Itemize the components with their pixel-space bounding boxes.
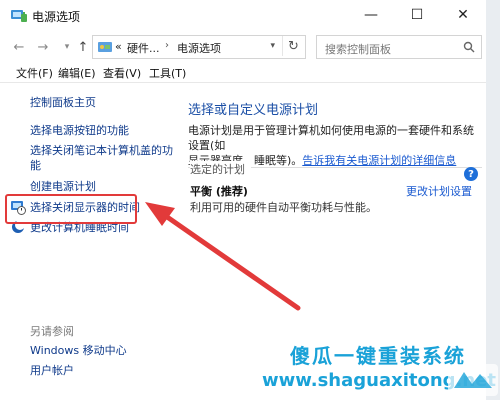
address-prefix[interactable]: «: [115, 40, 122, 53]
minimize-button[interactable]: —: [348, 0, 394, 30]
address-chevron-icon[interactable]: ›: [165, 40, 169, 51]
plan-balanced-label[interactable]: 平衡 (推荐): [190, 183, 248, 199]
sidebar-link-lid-close[interactable]: 选择关闭笔记本计算机盖的功: [30, 143, 173, 158]
search-icon[interactable]: [463, 41, 475, 53]
menu-bar: 文件(F) 编辑(E) 查看(V) 工具(T): [0, 64, 486, 82]
menu-tools[interactable]: 工具(T): [149, 65, 186, 81]
sidebar-link-create-plan[interactable]: 创建电源计划: [30, 179, 96, 194]
selected-plan-heading: 选定的计划: [190, 161, 251, 177]
help-icon[interactable]: ?: [464, 167, 478, 181]
menu-view[interactable]: 查看(V): [103, 65, 141, 81]
navigation-bar: ← → ▾ ↑ « 硬件... › 电源选项 ▾ ↻ 搜索控制面板: [0, 30, 486, 64]
menu-file[interactable]: 文件(F): [16, 65, 53, 81]
forward-arrow-icon[interactable]: →: [34, 38, 52, 56]
title-bar: 电源选项 — ☐ ✕: [0, 0, 486, 30]
maximize-button[interactable]: ☐: [394, 0, 440, 30]
sidebar-link-power-button[interactable]: 选择电源按钮的功能: [30, 123, 129, 138]
address-bar[interactable]: « 硬件... › 电源选项 ▾: [92, 35, 306, 59]
back-arrow-icon[interactable]: ←: [10, 38, 28, 56]
close-button[interactable]: ✕: [440, 0, 486, 30]
menu-edit[interactable]: 编辑(E): [58, 65, 96, 81]
change-plan-settings-link[interactable]: 更改计划设置: [406, 183, 472, 199]
search-placeholder: 搜索控制面板: [325, 43, 391, 56]
task-sidebar: 控制面板主页 选择电源按钮的功能 选择关闭笔记本计算机盖的功 能 创建电源计划 …: [0, 83, 173, 400]
up-arrow-icon[interactable]: ↑: [74, 38, 92, 56]
see-also-heading: 另请参阅: [30, 325, 74, 338]
page-title: 选择或自定义电源计划: [188, 103, 319, 118]
learn-more-link[interactable]: 告诉我有关电源计划的详细信息: [302, 154, 456, 167]
watermark-text: 傻瓜一键重装系统: [290, 344, 466, 368]
search-box[interactable]: 搜索控制面板: [316, 35, 482, 59]
control-panel-icon: [98, 42, 112, 52]
sidebar-link-control-panel-home[interactable]: 控制面板主页: [30, 95, 96, 110]
power-options-icon: [11, 10, 27, 22]
refresh-icon[interactable]: ↻: [282, 36, 304, 56]
sidebar-link-lid-close-cont[interactable]: 能: [30, 158, 41, 173]
description-line-1: 电源计划是用于管理计算机如何使用电源的一套硬件和系统设置(如: [188, 124, 474, 152]
window-title: 电源选项: [32, 10, 81, 24]
plan-description: 利用可用的硬件自动平衡功耗与性能。: [190, 201, 377, 214]
address-segment-hardware[interactable]: 硬件...: [127, 40, 160, 56]
address-segment-power-options[interactable]: 电源选项: [177, 40, 221, 56]
address-dropdown-icon[interactable]: ▾: [270, 41, 275, 51]
sidebar-link-mobility-center[interactable]: Windows 移动中心: [30, 343, 127, 358]
watermark-logo-icon: [448, 364, 498, 396]
highlight-box: [5, 194, 137, 224]
sidebar-link-user-accounts[interactable]: 用户帐户: [30, 363, 74, 378]
background-strip: [486, 0, 500, 400]
